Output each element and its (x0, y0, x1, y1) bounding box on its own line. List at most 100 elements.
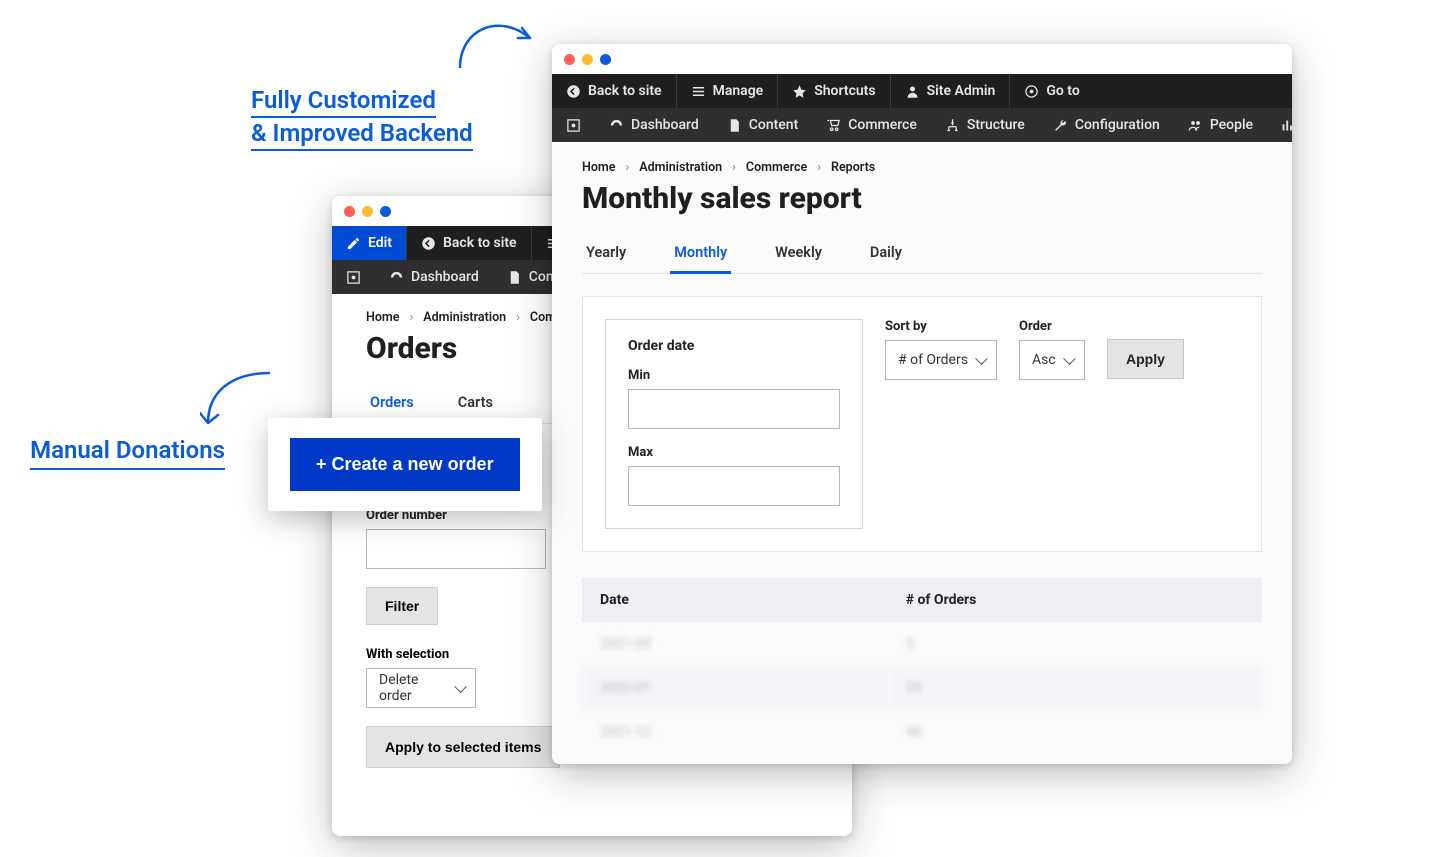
max-input[interactable] (628, 466, 840, 506)
manage-button[interactable]: Manage (676, 74, 778, 108)
create-order-button[interactable]: + Create a new order (290, 438, 520, 491)
reports-link[interactable]: Reports (1267, 108, 1292, 142)
dashboard-label: Dashboard (631, 117, 699, 133)
report-topbar: Back to site Manage Shortcuts Site Admin… (552, 74, 1292, 108)
back-label: Back to site (588, 83, 662, 99)
structure-label: Structure (967, 117, 1025, 133)
content-link[interactable]: Content (713, 108, 813, 142)
back-label: Back to site (443, 235, 517, 251)
commerce-link[interactable]: Commerce (812, 108, 931, 142)
dashboard-link[interactable]: Dashboard (595, 108, 713, 142)
home-square-button[interactable] (552, 108, 595, 142)
expand-dot-icon[interactable] (600, 54, 611, 65)
edit-label: Edit (368, 235, 392, 251)
order-dropdown[interactable]: Asc (1019, 340, 1085, 380)
breadcrumb-home[interactable]: Home (366, 310, 400, 325)
with-selection-dropdown[interactable]: Delete order (366, 668, 476, 708)
hierarchy-icon (945, 118, 960, 133)
arrow-left-circle-icon (566, 84, 581, 99)
pencil-icon (346, 236, 361, 251)
file-icon (507, 270, 522, 285)
report-content: Home › Administration › Commerce › Repor… (552, 142, 1292, 764)
arrow-backend (450, 8, 540, 78)
callout-donations: Manual Donations (0, 435, 225, 470)
file-icon (727, 118, 742, 133)
user-icon (905, 84, 920, 99)
report-breadcrumb: Home › Administration › Commerce › Repor… (582, 160, 1262, 175)
edit-button[interactable]: Edit (332, 226, 406, 260)
filters-box: Order date Min Max Sort by # of Orders O… (582, 296, 1262, 552)
configuration-link[interactable]: Configuration (1039, 108, 1174, 142)
shortcuts-label: Shortcuts (814, 83, 875, 99)
sort-by-dropdown[interactable]: # of Orders (885, 340, 997, 380)
order-value: Asc (1032, 352, 1056, 368)
back-to-site-button[interactable]: Back to site (406, 226, 531, 260)
shortcuts-button[interactable]: Shortcuts (777, 74, 889, 108)
star-icon (792, 84, 807, 99)
tab-monthly[interactable]: Monthly (670, 234, 731, 273)
breadcrumb-reports[interactable]: Reports (831, 160, 875, 175)
callout-backend: Fully Customized & Improved Backend (251, 85, 473, 151)
apply-button[interactable]: Apply (1107, 339, 1184, 379)
callout-backend-line2: & Improved Backend (251, 118, 473, 151)
breadcrumb-commerce[interactable]: Commerce (746, 160, 807, 175)
order-number-input[interactable] (366, 529, 546, 569)
minimize-dot-icon[interactable] (582, 54, 593, 65)
create-order-card: + Create a new order (268, 418, 542, 511)
report-tabs: Yearly Monthly Weekly Daily (582, 234, 1262, 274)
order-date-fieldset: Order date Min Max (605, 319, 863, 529)
target-icon (1024, 84, 1039, 99)
breadcrumb-admin[interactable]: Administration (639, 160, 722, 175)
sort-by-col: Sort by # of Orders (885, 319, 997, 380)
min-input[interactable] (628, 389, 840, 429)
people-link[interactable]: People (1174, 108, 1267, 142)
apply-selected-button[interactable]: Apply to selected items (366, 726, 560, 768)
gauge-icon (389, 270, 404, 285)
sort-by-label: Sort by (885, 319, 997, 334)
goto-button[interactable]: Go to (1009, 74, 1093, 108)
order-date-title: Order date (628, 338, 840, 354)
close-dot-icon[interactable] (344, 206, 355, 217)
site-admin-button[interactable]: Site Admin (890, 74, 1010, 108)
tab-weekly[interactable]: Weekly (771, 234, 826, 273)
goto-label: Go to (1046, 83, 1079, 99)
close-dot-icon[interactable] (564, 54, 575, 65)
table-row: 2021-1248 (582, 710, 1262, 754)
people-icon (1188, 118, 1203, 133)
back-to-site-button[interactable]: Back to site (552, 74, 676, 108)
report-page-title: Monthly sales report (582, 181, 1262, 216)
wrench-icon (1053, 118, 1068, 133)
dashboard-label: Dashboard (411, 269, 479, 285)
order-label: Order (1019, 319, 1085, 334)
min-label: Min (628, 368, 840, 383)
col-orders[interactable]: # of Orders (888, 578, 1262, 622)
gauge-icon (609, 118, 624, 133)
square-target-icon (566, 118, 581, 133)
admin-label: Site Admin (927, 83, 996, 99)
tab-yearly[interactable]: Yearly (582, 234, 630, 273)
tab-daily[interactable]: Daily (866, 234, 906, 273)
commerce-label: Commerce (848, 117, 917, 133)
table-row: 2022-0123 (582, 666, 1262, 710)
report-window: Back to site Manage Shortcuts Site Admin… (552, 44, 1292, 764)
breadcrumb-admin[interactable]: Administration (423, 310, 506, 325)
table-row: 2021-095 (582, 622, 1262, 666)
minimize-dot-icon[interactable] (362, 206, 373, 217)
square-target-icon (346, 270, 361, 285)
callout-donations-text: Manual Donations (30, 435, 225, 470)
expand-dot-icon[interactable] (380, 206, 391, 217)
structure-link[interactable]: Structure (931, 108, 1039, 142)
report-titlebar (552, 44, 1292, 74)
content-label: Content (749, 117, 799, 133)
configuration-label: Configuration (1075, 117, 1160, 133)
col-date[interactable]: Date (582, 578, 888, 622)
report-secondbar: Dashboard Content Commerce Structure Con… (552, 108, 1292, 142)
breadcrumb-home[interactable]: Home (582, 160, 616, 175)
callout-backend-line1: Fully Customized (251, 85, 436, 118)
report-table: Date # of Orders 2021-095 2022-0123 2021… (582, 578, 1262, 754)
manage-label: Manage (713, 83, 764, 99)
dashboard-link[interactable]: Dashboard (375, 260, 493, 294)
filter-button[interactable]: Filter (366, 587, 438, 625)
home-square-button[interactable] (332, 260, 375, 294)
order-col: Order Asc (1019, 319, 1085, 380)
